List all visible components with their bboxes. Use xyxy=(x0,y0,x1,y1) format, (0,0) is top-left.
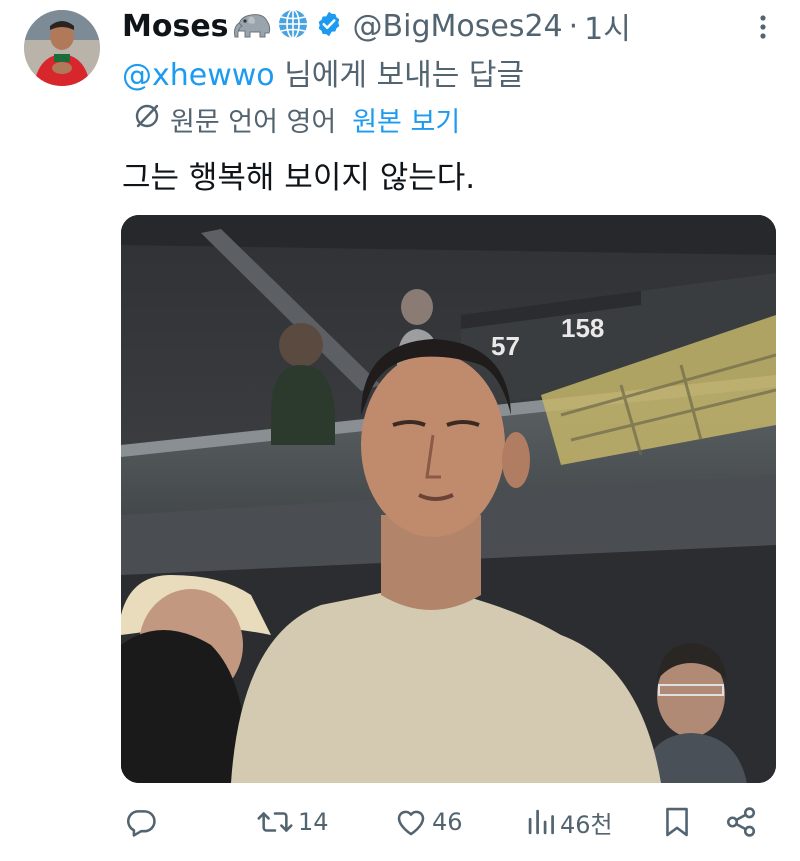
action-bar: 14 46 46천 xyxy=(0,800,800,844)
like-button[interactable]: 46 xyxy=(394,800,463,844)
separator-dot: · xyxy=(568,8,579,44)
share-icon xyxy=(726,807,756,837)
author-handle[interactable]: @BigMoses24 xyxy=(353,9,563,44)
views-button[interactable]: 46천 xyxy=(526,800,613,844)
like-count: 46 xyxy=(432,808,463,836)
timestamp[interactable]: 1시 xyxy=(584,4,631,48)
reply-mention-link[interactable]: @xhewwo xyxy=(122,58,275,93)
bookmark-button[interactable] xyxy=(662,800,692,844)
author-name[interactable]: Moses xyxy=(122,9,229,44)
reply-button[interactable] xyxy=(124,800,162,844)
tweet-media-image[interactable]: 57 158 xyxy=(121,215,776,783)
retweet-button[interactable]: 14 xyxy=(256,800,329,844)
verified-badge-icon[interactable] xyxy=(315,10,343,42)
translate-icon xyxy=(132,101,162,138)
views-chart-icon xyxy=(528,809,554,835)
translation-label: 원문 언어 영어 xyxy=(170,107,337,138)
elephant-emoji-icon xyxy=(233,9,273,43)
scoreboard-number-57: 57 xyxy=(491,331,520,361)
retweet-count: 14 xyxy=(298,808,329,836)
retweet-icon xyxy=(257,812,293,832)
tweet: Moses @BigMoses24 · 1시 @xhewwo 님에게 보내는 답… xyxy=(0,0,800,861)
more-options-icon[interactable] xyxy=(748,12,778,42)
heart-icon xyxy=(397,810,425,836)
bookmark-icon xyxy=(666,807,688,837)
tweet-header: Moses @BigMoses24 · 1시 xyxy=(122,4,631,48)
reply-icon xyxy=(127,810,156,837)
share-button[interactable] xyxy=(724,800,758,844)
globe-emoji-icon xyxy=(277,8,309,44)
translation-row: 원문 언어 영어 원본 보기 xyxy=(132,100,460,139)
avatar[interactable] xyxy=(24,10,100,86)
scoreboard-number-158: 158 xyxy=(561,313,604,343)
tweet-text: 그는 행복해 보이지 않는다. xyxy=(122,160,476,196)
reply-context: @xhewwo 님에게 보내는 답글 xyxy=(122,50,524,94)
view-original-link[interactable]: 원본 보기 xyxy=(352,100,460,139)
views-count: 46천 xyxy=(560,810,613,839)
reply-suffix: 님에게 보내는 답글 xyxy=(274,58,525,93)
